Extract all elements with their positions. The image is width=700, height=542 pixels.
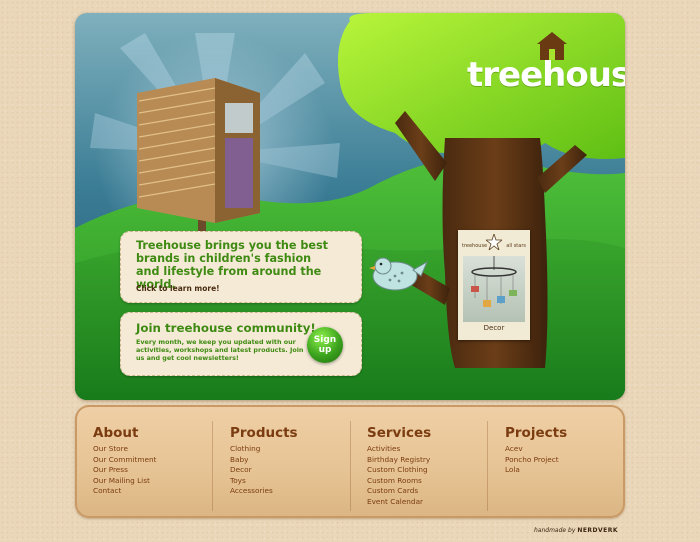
credit-line[interactable]: handmade by NERDVERK <box>534 527 618 534</box>
star-icon <box>486 234 502 250</box>
footer-link[interactable]: Activities <box>367 444 431 455</box>
footer-heading-projects[interactable]: Projects <box>505 425 567 441</box>
footer-heading-services[interactable]: Services <box>367 425 431 441</box>
footer-link[interactable]: Event Calendar <box>367 497 431 508</box>
footer-link[interactable]: Toys <box>230 476 298 487</box>
hero-banner: treehouse Treehouse brings you the best … <box>75 13 625 400</box>
footer-link[interactable]: Our Commitment <box>93 455 156 466</box>
footer-link[interactable]: Lola <box>505 465 567 476</box>
signup-button[interactable]: Sign up <box>307 327 343 363</box>
footer-link[interactable]: Decor <box>230 465 298 476</box>
footer-link[interactable]: Acev <box>505 444 567 455</box>
decor-tag-right: all stars <box>506 243 526 249</box>
learn-more-link[interactable]: Click to learn more! <box>136 284 220 293</box>
footer-link[interactable]: Custom Clothing <box>367 465 431 476</box>
decor-tag-left: treehouse <box>462 243 488 249</box>
brand-logo[interactable]: treehouse <box>467 55 625 95</box>
decor-card[interactable]: treehouse all stars Decor <box>458 230 530 340</box>
footer-divider <box>487 421 488 511</box>
decor-label: Decor <box>483 324 505 332</box>
footer-link[interactable]: Contact <box>93 486 156 497</box>
footer-divider <box>212 421 213 511</box>
footer-col-services: Services Activities Birthday Registry Cu… <box>367 425 431 508</box>
community-text: Every month, we keep you updated with ou… <box>136 338 304 362</box>
footer-nav: About Our Store Our Commitment Our Press… <box>75 405 625 518</box>
footer-heading-about[interactable]: About <box>93 425 156 441</box>
footer-divider <box>350 421 351 511</box>
credit-prefix: handmade by <box>534 527 576 534</box>
footer-link[interactable]: Our Store <box>93 444 156 455</box>
footer-col-about: About Our Store Our Commitment Our Press… <box>93 425 156 497</box>
footer-link[interactable]: Our Mailing List <box>93 476 156 487</box>
footer-link[interactable]: Custom Rooms <box>367 476 431 487</box>
credit-name[interactable]: NERDVERK <box>577 527 618 534</box>
decor-image <box>463 256 525 322</box>
footer-col-projects: Projects Acev Poncho Project Lola <box>505 425 567 476</box>
footer-link[interactable]: Poncho Project <box>505 455 567 466</box>
footer-link[interactable]: Our Press <box>93 465 156 476</box>
footer-link[interactable]: Accessories <box>230 486 298 497</box>
promo-bubble[interactable]: Treehouse brings you the best brands in … <box>120 231 362 303</box>
footer-heading-products[interactable]: Products <box>230 425 298 441</box>
footer-link[interactable]: Baby <box>230 455 298 466</box>
community-title: Join treehouse community! <box>136 321 316 335</box>
footer-link[interactable]: Clothing <box>230 444 298 455</box>
footer-link[interactable]: Birthday Registry <box>367 455 431 466</box>
footer-col-products: Products Clothing Baby Decor Toys Access… <box>230 425 298 497</box>
footer-link[interactable]: Custom Cards <box>367 486 431 497</box>
